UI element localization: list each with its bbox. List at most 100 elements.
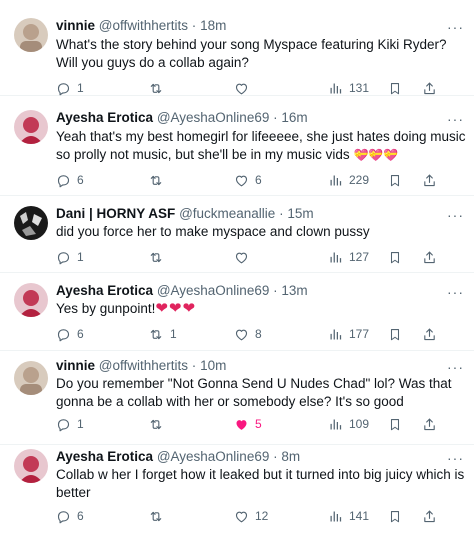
views-button[interactable]: 127 [328,248,369,266]
retweet-icon [148,327,164,342]
tweet-header: vinnie @offwithhertits · 10m [56,357,226,375]
bookmark-button[interactable] [388,248,402,266]
views-button[interactable]: 109 [328,415,369,433]
retweet-button[interactable] [148,415,164,433]
bookmark-button[interactable] [388,507,402,525]
tweet-actions: 1 127 [56,248,461,266]
bookmark-button[interactable] [388,415,402,433]
more-options-button[interactable]: ··· [447,451,464,465]
timestamp[interactable]: 13m [281,283,307,298]
bookmark-button[interactable] [388,171,402,189]
author-handle[interactable]: @AyeshaOnline69 [157,283,270,298]
reply-button[interactable]: 1 [56,79,84,97]
like-button[interactable]: 12 [234,507,268,525]
tweet[interactable]: vinnie @offwithhertits · 18m ··· What's … [0,0,474,96]
tweet[interactable]: Ayesha Erotica @AyeshaOnline69 · 13m ···… [0,273,474,351]
retweet-button[interactable]: 1 [148,325,177,343]
reply-count: 1 [77,81,84,95]
tweet[interactable]: Dani | HORNY ASF @fuckmeanallie · 15m ··… [0,196,474,273]
separator-dot: · [279,206,284,221]
more-options-button[interactable]: ··· [447,112,464,126]
views-button[interactable]: 177 [328,325,369,343]
author-name[interactable]: Ayesha Erotica [56,283,153,298]
avatar[interactable] [14,283,48,317]
more-options-button[interactable]: ··· [447,208,464,222]
like-button[interactable]: 6 [234,171,262,189]
more-options-button[interactable]: ··· [447,360,464,374]
avatar[interactable] [14,449,48,483]
reply-button[interactable]: 6 [56,171,84,189]
like-button[interactable] [234,79,249,97]
author-name[interactable]: vinnie [56,18,95,33]
reply-button[interactable]: 6 [56,507,84,525]
tweet-actions: 6 6 229 [56,171,461,189]
heart-icon [234,509,249,524]
views-icon [328,327,343,342]
author-name[interactable]: Ayesha Erotica [56,449,153,464]
avatar[interactable] [14,110,48,144]
tweet[interactable]: Ayesha Erotica @AyeshaOnline69 · 16m ···… [0,96,474,196]
reply-button[interactable]: 1 [56,248,84,266]
retweet-button[interactable] [148,171,164,189]
avatar[interactable] [14,18,48,52]
views-button[interactable]: 131 [328,79,369,97]
share-button[interactable] [422,79,437,97]
author-handle[interactable]: @fuckmeanallie [179,206,275,221]
avatar[interactable] [14,361,48,395]
reply-icon [56,417,71,432]
author-handle[interactable]: @offwithhertits [99,358,188,373]
timestamp[interactable]: 18m [200,18,226,33]
bookmark-button[interactable] [388,79,402,97]
tweet[interactable]: Ayesha Erotica @AyeshaOnline69 · 8m ··· … [0,445,474,535]
like-button[interactable]: 5 [234,415,262,433]
reply-icon [56,509,71,524]
tweet-header: Ayesha Erotica @AyeshaOnline69 · 16m [56,109,308,127]
retweet-icon [148,509,164,524]
author-name[interactable]: vinnie [56,358,95,373]
author-handle[interactable]: @AyeshaOnline69 [157,110,270,125]
views-icon [328,509,343,524]
share-button[interactable] [422,248,437,266]
author-name[interactable]: Dani | HORNY ASF [56,206,175,221]
tweet-header: Ayesha Erotica @AyeshaOnline69 · 8m [56,448,300,466]
tweet-text: Collab w her I forget how it leaked but … [56,467,465,500]
tweet[interactable]: vinnie @offwithhertits · 10m ··· Do you … [0,351,474,445]
views-button[interactable]: 229 [328,171,369,189]
author-name[interactable]: Ayesha Erotica [56,110,153,125]
retweet-icon [148,417,164,432]
heart-icon [234,81,249,96]
more-options-button[interactable]: ··· [447,20,464,34]
like-button[interactable]: 8 [234,325,262,343]
reply-icon [56,327,71,342]
separator-dot: · [191,358,197,373]
reply-button[interactable]: 1 [56,415,84,433]
views-button[interactable]: 141 [328,507,369,525]
tweet-text: Yes by gunpoint!❤❤❤ [56,300,466,318]
author-handle[interactable]: @AyeshaOnline69 [157,449,270,464]
timestamp[interactable]: 15m [287,206,313,221]
views-count: 131 [349,81,370,95]
bookmark-button[interactable] [388,325,402,343]
separator-dot: · [273,449,278,464]
separator-dot: · [191,18,197,33]
share-button[interactable] [422,415,437,433]
share-button[interactable] [422,325,437,343]
timestamp[interactable]: 10m [200,358,226,373]
author-handle[interactable]: @offwithhertits [99,18,188,33]
like-count: 12 [255,509,269,523]
reply-icon [56,81,71,96]
more-options-button[interactable]: ··· [447,285,464,299]
reply-button[interactable]: 6 [56,325,84,343]
heart-icon [234,250,249,265]
share-button[interactable] [422,171,437,189]
like-button[interactable] [234,248,249,266]
share-button[interactable] [422,507,437,525]
avatar[interactable] [14,206,48,240]
separator-dot: · [273,110,278,125]
timestamp[interactable]: 8m [281,449,300,464]
retweet-button[interactable] [148,507,164,525]
retweet-button[interactable] [148,248,164,266]
timestamp[interactable]: 16m [281,110,307,125]
retweet-button[interactable] [148,79,164,97]
views-count: 127 [349,250,370,264]
